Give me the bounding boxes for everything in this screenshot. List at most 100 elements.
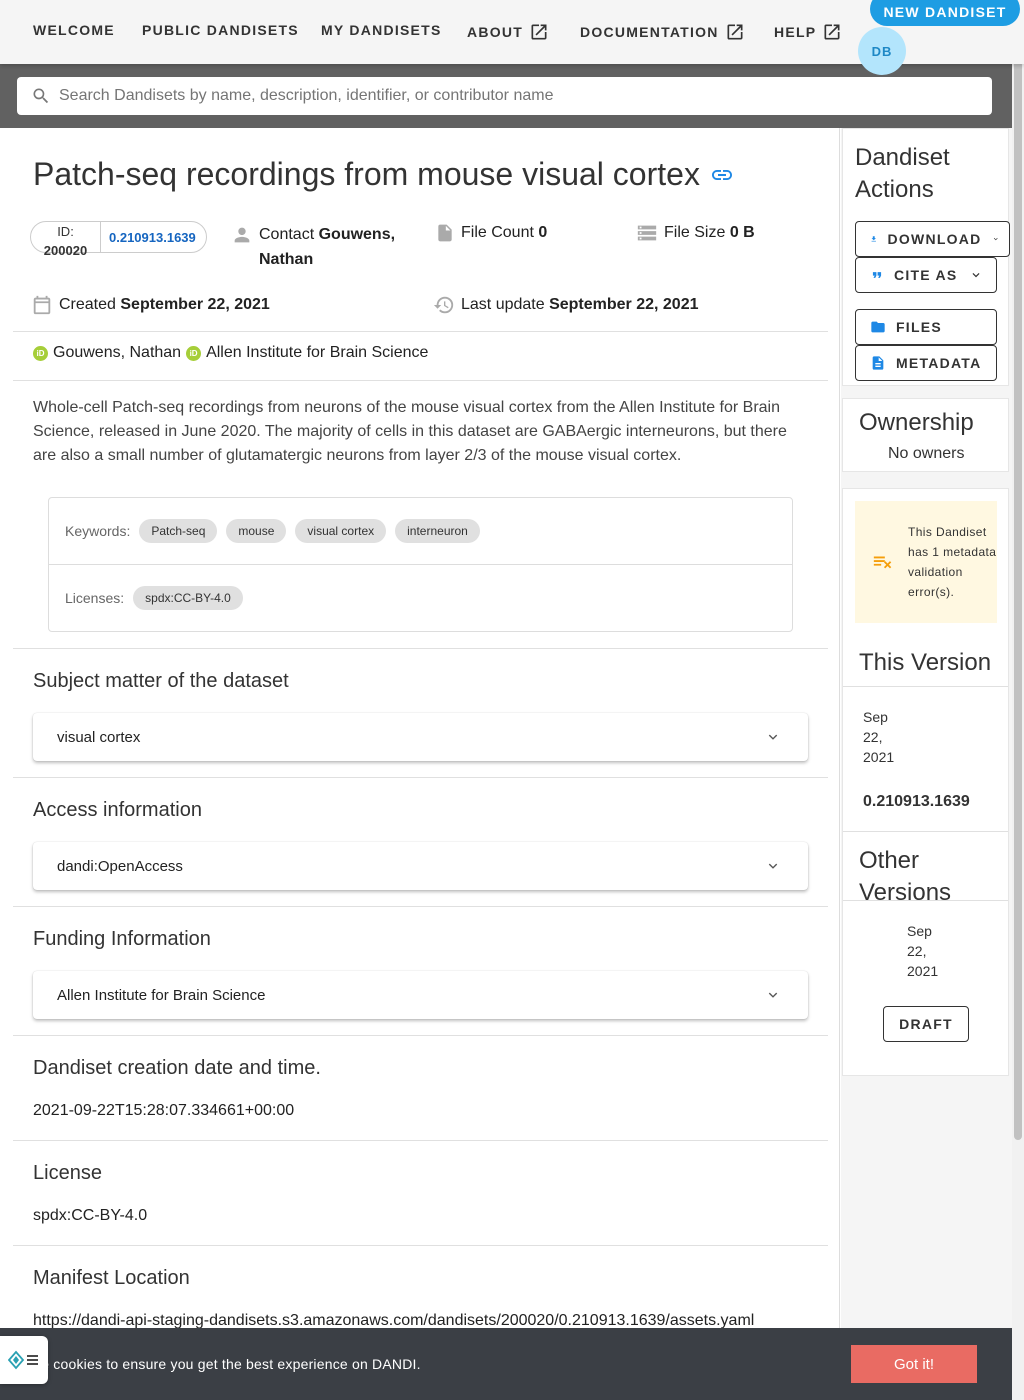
access-section-title: Access information bbox=[33, 799, 202, 821]
this-version-title: This Version bbox=[859, 649, 992, 676]
versions-card: This Dandiset has 1 metadata validation … bbox=[842, 488, 1009, 1076]
divider bbox=[13, 777, 828, 778]
history-icon bbox=[433, 296, 454, 314]
keyword-chip: Patch-seq bbox=[139, 519, 218, 543]
orcid-icon[interactable]: iD bbox=[33, 345, 48, 361]
created-value: September 22, 2021 bbox=[120, 296, 270, 313]
cite-as-button[interactable]: CITE AS bbox=[855, 257, 997, 293]
nav-about[interactable]: ABOUT bbox=[467, 22, 549, 42]
file-count: File Count 0 bbox=[435, 222, 547, 244]
cookie-accept-button[interactable]: Got it! bbox=[851, 1345, 977, 1383]
divider bbox=[13, 648, 828, 649]
keyword-chip: interneuron bbox=[395, 519, 480, 543]
search-box bbox=[17, 77, 992, 115]
divider bbox=[13, 906, 828, 907]
validation-warning[interactable]: This Dandiset has 1 metadata validation … bbox=[855, 501, 997, 623]
actions-card: Dandiset Actions DOWNLOAD CITE AS FILES … bbox=[842, 128, 1010, 386]
access-value: dandi:OpenAccess bbox=[57, 857, 183, 875]
netlify-icon bbox=[8, 1350, 38, 1370]
access-expansion-panel[interactable]: dandi:OpenAccess bbox=[33, 842, 808, 890]
nav-my-dandisets[interactable]: MY DANDISETS bbox=[321, 22, 442, 38]
divider bbox=[49, 564, 792, 565]
contact-label: Contact bbox=[259, 226, 315, 243]
divider bbox=[843, 900, 1008, 901]
divider bbox=[843, 831, 1008, 832]
this-version-id[interactable]: 0.210913.1639 bbox=[863, 793, 970, 811]
search-input[interactable] bbox=[59, 87, 959, 105]
keywords-label: Keywords: bbox=[65, 523, 131, 539]
download-button[interactable]: DOWNLOAD bbox=[855, 221, 1010, 257]
keywords-row: Keywords: Patch-seq mouse visual cortex … bbox=[65, 519, 480, 543]
nav-documentation-label: DOCUMENTATION bbox=[580, 24, 719, 40]
cookie-banner: se cookies to ensure you get the best ex… bbox=[0, 1328, 1012, 1400]
contributors-list: iD Gouwens, Nathan iD Allen Institute fo… bbox=[33, 344, 433, 362]
file-icon bbox=[438, 224, 452, 242]
id-chip[interactable]: ID: 200020 0.210913.1639 bbox=[30, 221, 207, 258]
file-count-label: File Count bbox=[461, 224, 534, 241]
download-label: DOWNLOAD bbox=[887, 231, 982, 247]
license-value: spdx:CC-BY-4.0 bbox=[33, 1207, 148, 1224]
folder-icon bbox=[871, 321, 885, 333]
metadata-button[interactable]: METADATA bbox=[855, 345, 997, 381]
storage-icon bbox=[637, 225, 657, 241]
funding-section-title: Funding Information bbox=[33, 928, 211, 950]
other-version-date: Sep 22, 2021 bbox=[907, 923, 939, 979]
divider bbox=[13, 1140, 828, 1141]
contributor-name: Gouwens, Nathan bbox=[53, 344, 182, 361]
keyword-chip: visual cortex bbox=[295, 519, 387, 543]
contributor-name: Allen Institute for Brain Science bbox=[206, 344, 429, 361]
sidebar: Dandiset Actions DOWNLOAD CITE AS FILES … bbox=[841, 128, 1012, 1400]
dandiset-title: Patch-seq recordings from mouse visual c… bbox=[33, 156, 700, 192]
document-icon bbox=[872, 356, 884, 370]
ownership-card: Ownership No owners bbox=[842, 398, 1009, 472]
licenses-label: Licenses: bbox=[65, 590, 125, 606]
file-size-label: File Size bbox=[664, 224, 726, 241]
subject-section-title: Subject matter of the dataset bbox=[33, 670, 289, 692]
orcid-icon[interactable]: iD bbox=[186, 345, 202, 361]
chevron-down-icon bbox=[993, 237, 998, 241]
last-update: Last update September 22, 2021 bbox=[433, 294, 699, 316]
nav-public-dandisets[interactable]: PUBLIC DANDISETS bbox=[142, 22, 299, 38]
license-chip: spdx:CC-BY-4.0 bbox=[133, 586, 243, 610]
subject-value: visual cortex bbox=[57, 728, 141, 746]
user-avatar[interactable]: DB bbox=[858, 27, 906, 75]
external-link-icon bbox=[727, 24, 743, 40]
ownership-title: Ownership bbox=[859, 409, 974, 436]
playlist-remove-icon bbox=[873, 556, 892, 569]
actions-title: Dandiset Actions bbox=[855, 144, 950, 203]
metadata-label: METADATA bbox=[896, 355, 982, 371]
created-date: Created September 22, 2021 bbox=[31, 294, 270, 316]
chevron-down-icon bbox=[768, 863, 778, 869]
contact-info: Contact Gouwens, Nathan bbox=[231, 222, 411, 272]
draft-button[interactable]: DRAFT bbox=[883, 1006, 969, 1042]
creation-section-title: Dandiset creation date and time. bbox=[33, 1057, 321, 1079]
owners-value: No owners bbox=[888, 445, 965, 462]
nav-help[interactable]: HELP bbox=[774, 22, 842, 42]
nav-welcome[interactable]: WELCOME bbox=[33, 22, 115, 38]
files-button[interactable]: FILES bbox=[855, 309, 997, 345]
keyword-chip: mouse bbox=[226, 519, 287, 543]
scrollbar-thumb[interactable] bbox=[1014, 2, 1022, 1140]
external-link-icon bbox=[531, 24, 547, 40]
divider bbox=[13, 331, 828, 332]
id-label-text: ID: bbox=[57, 224, 74, 239]
new-dandiset-button[interactable]: NEW DANDISET bbox=[870, 0, 1020, 26]
netlify-badge[interactable] bbox=[0, 1336, 48, 1384]
chevron-down-icon bbox=[768, 734, 778, 740]
updated-label: Last update bbox=[461, 296, 545, 313]
external-link-icon bbox=[824, 24, 840, 40]
cite-as-label: CITE AS bbox=[894, 267, 958, 283]
chevron-down-icon bbox=[972, 273, 980, 278]
funding-value: Allen Institute for Brain Science bbox=[57, 986, 266, 1004]
main-content: Patch-seq recordings from mouse visual c… bbox=[0, 128, 840, 1400]
link-icon[interactable] bbox=[710, 163, 734, 187]
keywords-card: Keywords: Patch-seq mouse visual cortex … bbox=[48, 497, 793, 632]
warning-text: This Dandiset has 1 metadata validation … bbox=[908, 525, 997, 599]
subject-expansion-panel[interactable]: visual cortex bbox=[33, 713, 808, 761]
nav-help-label: HELP bbox=[774, 24, 817, 40]
scrollbar[interactable] bbox=[1012, 0, 1024, 1400]
files-label: FILES bbox=[896, 319, 942, 335]
funding-expansion-panel[interactable]: Allen Institute for Brain Science bbox=[33, 971, 808, 1019]
nav-documentation[interactable]: DOCUMENTATION bbox=[580, 22, 745, 42]
search-icon bbox=[33, 88, 49, 104]
